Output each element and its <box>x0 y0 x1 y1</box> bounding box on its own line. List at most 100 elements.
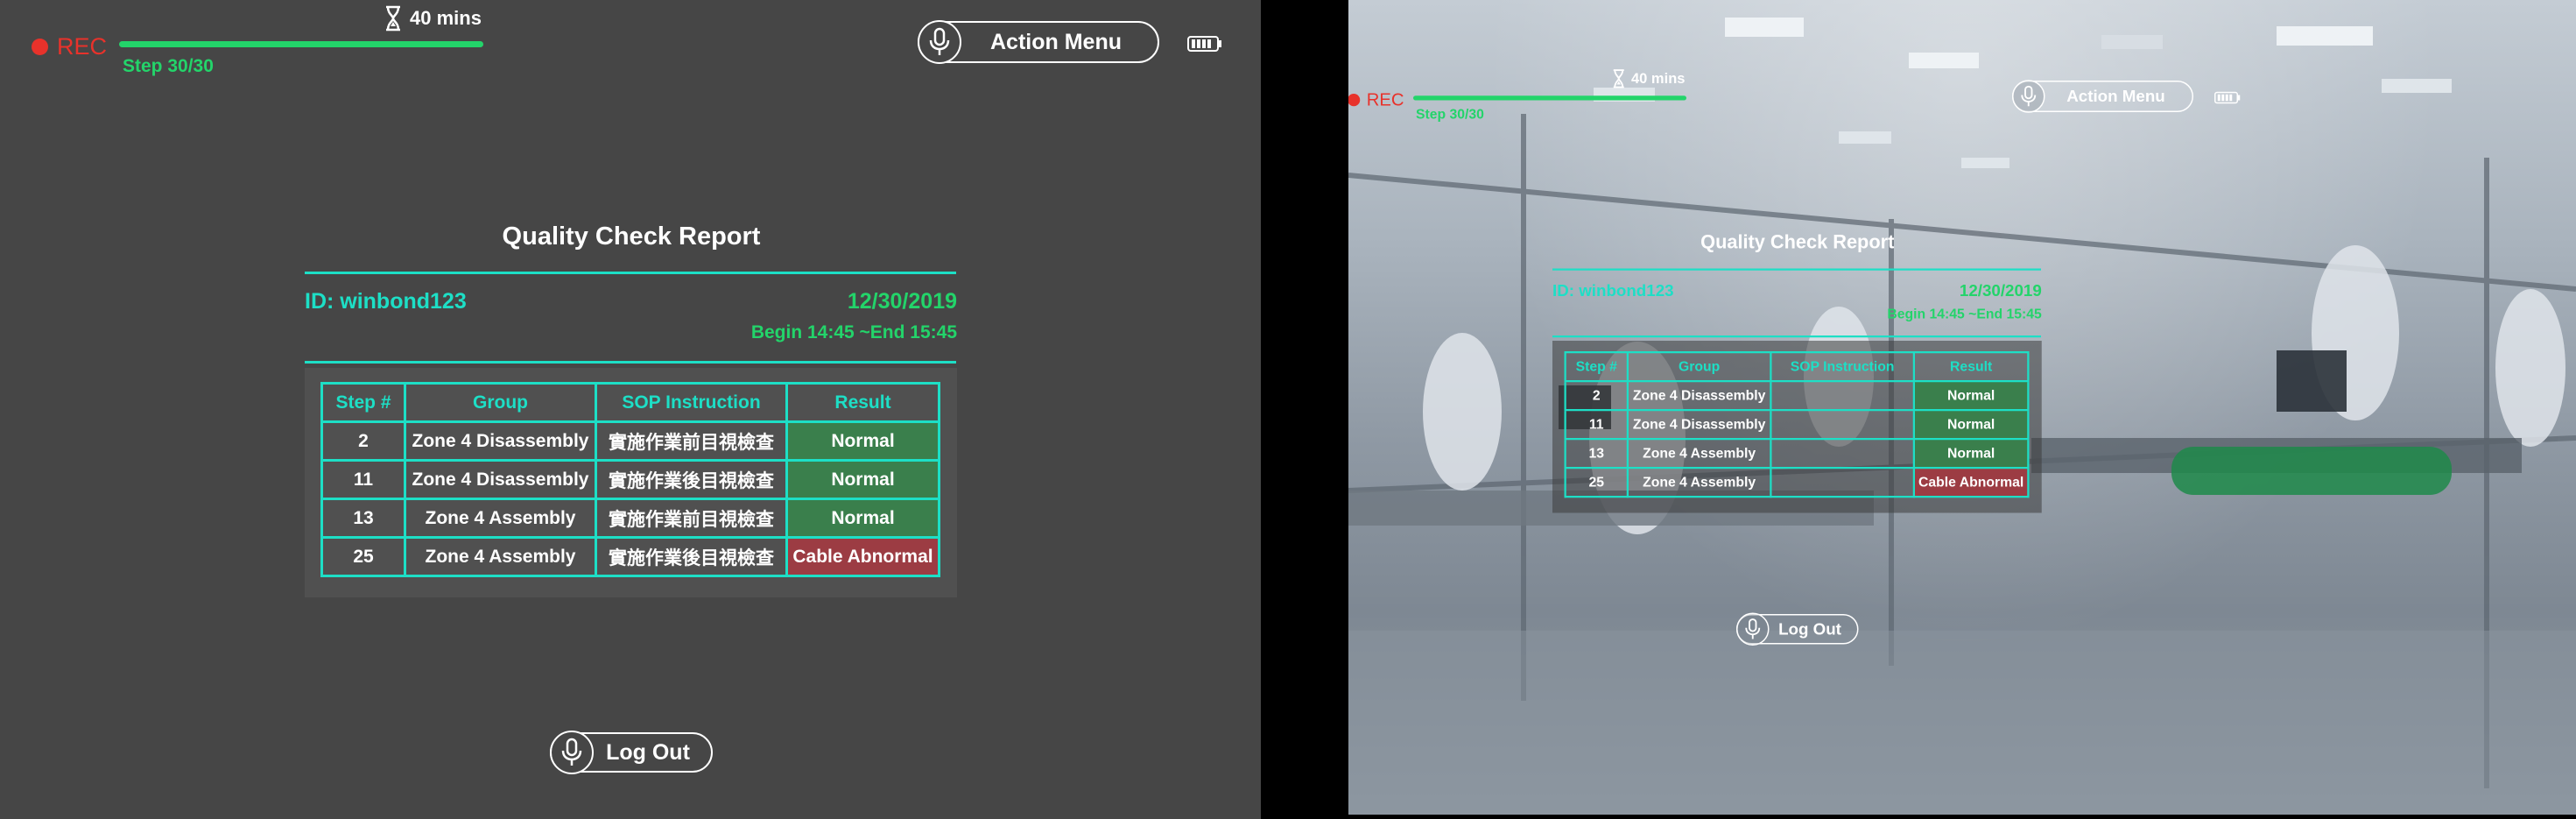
cell-result: Normal <box>785 498 940 539</box>
column-header-step: Step # <box>320 382 406 423</box>
column-header-sop: SOP Instruction <box>595 382 788 423</box>
cell-group: Zone 4 Disassembly <box>1626 409 1772 441</box>
record-dot-icon <box>1348 94 1361 107</box>
timer: 40 mins <box>384 5 482 32</box>
cell-step: 11 <box>320 459 406 500</box>
report-time-range: Begin 14:45 ~End 15:45 <box>750 322 957 342</box>
report-date: 12/30/2019 <box>847 289 957 314</box>
cell-step: 25 <box>320 536 406 577</box>
report-date: 12/30/2019 <box>1959 281 2042 300</box>
microphone-icon <box>2012 80 2045 113</box>
cell-step: 11 <box>1564 409 1629 441</box>
action-menu-button[interactable]: Action Menu <box>918 20 1159 64</box>
action-menu-label: Action Menu <box>990 29 1122 54</box>
cell-sop: 實施作業前目視檢查 <box>595 498 788 539</box>
report-user-id: ID: winbond123 <box>1552 281 1674 300</box>
timer-label: 40 mins <box>410 7 482 29</box>
cell-result: Cable Abnormal <box>1912 467 2030 498</box>
report-table: Step # Group SOP Instruction Result 2 Zo… <box>320 382 940 577</box>
microphone-icon <box>550 731 594 774</box>
rec-label: REC <box>57 33 108 60</box>
report-user-id: ID: winbond123 <box>305 289 467 314</box>
logout-button[interactable]: Log Out <box>1736 612 1859 646</box>
table-row: 25 Zone 4 Assembly 實施作業後目視檢查 Cable Abnor… <box>320 536 940 577</box>
cell-sop <box>1770 380 1915 412</box>
rec-indicator: REC <box>32 33 107 60</box>
table-header-row: Step # Group SOP Instruction Result <box>1564 351 2030 383</box>
cell-group: Zone 4 Assembly <box>1626 438 1772 470</box>
table-row: 13 Zone 4 Assembly 實施作業前目視檢查 Normal <box>320 498 940 539</box>
table-row: 13 Zone 4 Assembly Normal <box>1564 438 2030 470</box>
rec-label: REC <box>1366 89 1404 110</box>
table-header-row: Step # Group SOP Instruction Result <box>320 382 940 423</box>
column-header-sop: SOP Instruction <box>1770 351 1915 383</box>
record-dot-icon <box>32 39 48 55</box>
cell-result: Normal <box>785 459 940 500</box>
right-ar-display: REC 40 mins Step 30/30 Action Menu Quali… <box>1348 0 2576 815</box>
cell-sop: 實施作業後目視檢查 <box>595 536 788 577</box>
cell-result: Normal <box>1912 438 2030 470</box>
logout-button[interactable]: Log Out <box>550 731 713 774</box>
table-row: 2 Zone 4 Disassembly Normal <box>1564 380 2030 412</box>
cell-result: Normal <box>1912 380 2030 412</box>
cell-sop <box>1770 409 1915 441</box>
microphone-icon <box>1736 612 1770 646</box>
report-divider-top <box>1552 268 2041 271</box>
timer: 40 mins <box>1612 69 1686 89</box>
hud-overlay: REC 40 mins Step 30/30 Action Menu Quali… <box>0 0 1261 819</box>
cell-group: Zone 4 Assembly <box>404 536 597 577</box>
table-row: 11 Zone 4 Disassembly 實施作業後目視檢查 Normal <box>320 459 940 500</box>
step-progress-fill <box>119 41 483 47</box>
action-menu-label: Action Menu <box>2066 87 2165 106</box>
cell-sop: 實施作業後目視檢查 <box>595 459 788 500</box>
column-header-step: Step # <box>1564 351 1629 383</box>
cell-step: 13 <box>1564 438 1629 470</box>
cell-step: 13 <box>320 498 406 539</box>
microphone-icon <box>918 20 961 64</box>
column-header-result: Result <box>1912 351 2030 383</box>
column-header-result: Result <box>785 382 940 423</box>
cell-step: 2 <box>320 420 406 462</box>
column-header-group: Group <box>404 382 597 423</box>
table-row: 25 Zone 4 Assembly Cable Abnormal <box>1564 467 2030 498</box>
battery-icon <box>2214 91 2241 104</box>
report-divider-bottom <box>1552 335 2041 338</box>
hud-overlay: REC 40 mins Step 30/30 Action Menu Quali… <box>1348 65 2270 679</box>
report-table-panel: Step # Group SOP Instruction Result 2 Zo… <box>305 368 957 597</box>
cell-result: Normal <box>785 420 940 462</box>
report-table: Step # Group SOP Instruction Result 2 Zo… <box>1564 351 2030 498</box>
cell-group: Zone 4 Disassembly <box>1626 380 1772 412</box>
cell-group: Zone 4 Disassembly <box>404 420 597 462</box>
report-divider-top <box>305 272 956 274</box>
battery-icon <box>1187 36 1221 52</box>
step-counter: Step 30/30 <box>123 56 214 76</box>
step-progress-bar <box>119 41 483 47</box>
cell-step: 2 <box>1564 380 1629 412</box>
cell-result: Cable Abnormal <box>785 536 940 577</box>
table-row: 2 Zone 4 Disassembly 實施作業前目視檢查 Normal <box>320 420 940 462</box>
cell-group: Zone 4 Assembly <box>1626 467 1772 498</box>
report-table-panel: Step # Group SOP Instruction Result 2 Zo… <box>1552 341 2042 513</box>
cell-group: Zone 4 Disassembly <box>404 459 597 500</box>
cell-step: 25 <box>1564 467 1629 498</box>
report-time-range: Begin 14:45 ~End 15:45 <box>1887 307 2042 322</box>
cell-sop <box>1770 467 1915 498</box>
cell-group: Zone 4 Assembly <box>404 498 597 539</box>
cell-sop <box>1770 438 1915 470</box>
cell-result: Normal <box>1912 409 2030 441</box>
left-display: REC 40 mins Step 30/30 Action Menu Quali… <box>0 0 1261 819</box>
report-title: Quality Check Report <box>1700 231 1895 253</box>
column-header-group: Group <box>1626 351 1772 383</box>
rec-indicator: REC <box>1348 90 1404 110</box>
step-progress-fill <box>1413 95 1686 101</box>
hourglass-icon <box>1613 69 1624 88</box>
hourglass-icon <box>386 5 400 32</box>
report-title: Quality Check Report <box>502 222 761 251</box>
step-counter: Step 30/30 <box>1416 107 1484 123</box>
logout-label: Log Out <box>606 739 690 765</box>
report-divider-bottom <box>305 361 956 364</box>
timer-label: 40 mins <box>1631 70 1686 87</box>
action-menu-button[interactable]: Action Menu <box>2012 80 2193 113</box>
logout-label: Log Out <box>1778 619 1841 639</box>
table-row: 11 Zone 4 Disassembly Normal <box>1564 409 2030 441</box>
